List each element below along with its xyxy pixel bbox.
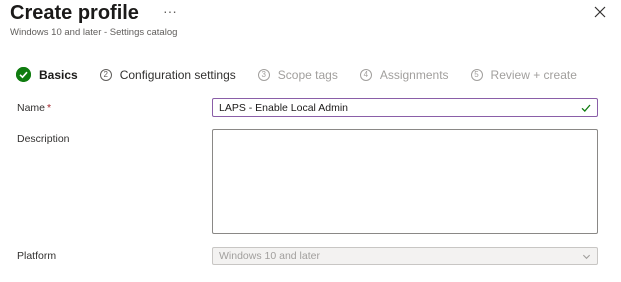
more-options-button[interactable]: ··· — [163, 3, 177, 19]
step-configuration-settings[interactable]: 2 Configuration settings — [99, 67, 236, 82]
step-label: Scope tags — [277, 67, 338, 82]
step-number: 3 — [257, 68, 270, 81]
description-textarea[interactable] — [212, 129, 598, 234]
step-assignments[interactable]: 4 Assignments — [359, 67, 449, 82]
step-label: Configuration settings — [119, 67, 236, 82]
step-label: Basics — [39, 67, 78, 82]
step-number: 4 — [359, 68, 372, 81]
page-subtitle: Windows 10 and later - Settings catalog — [10, 27, 178, 38]
step-basics[interactable]: Basics — [16, 67, 78, 82]
name-label-text: Name — [17, 102, 46, 114]
chevron-down-icon — [582, 254, 591, 259]
wizard-steps: Basics 2 Configuration settings 3 Scope … — [16, 67, 599, 82]
step-complete-check-icon — [16, 67, 31, 82]
platform-select[interactable]: Windows 10 and later — [212, 247, 598, 265]
platform-select-value: Windows 10 and later — [219, 250, 320, 262]
checkmark-icon — [581, 104, 591, 112]
page-title: Create profile — [10, 2, 139, 24]
step-review-create[interactable]: 5 Review + create — [470, 67, 577, 82]
title-row: Create profile ··· — [10, 2, 177, 25]
description-label: Description — [17, 133, 70, 145]
name-input[interactable]: LAPS - Enable Local Admin — [212, 98, 598, 117]
step-number: 5 — [470, 68, 483, 81]
step-number: 2 — [99, 68, 112, 81]
close-button[interactable] — [593, 5, 607, 19]
step-label: Review + create — [490, 67, 577, 82]
required-indicator: * — [47, 102, 52, 114]
name-label: Name * — [17, 102, 51, 114]
platform-label: Platform — [17, 250, 57, 262]
close-icon — [594, 6, 606, 18]
step-label: Assignments — [379, 67, 449, 82]
name-input-value: LAPS - Enable Local Admin — [219, 101, 348, 114]
step-scope-tags[interactable]: 3 Scope tags — [257, 67, 338, 82]
